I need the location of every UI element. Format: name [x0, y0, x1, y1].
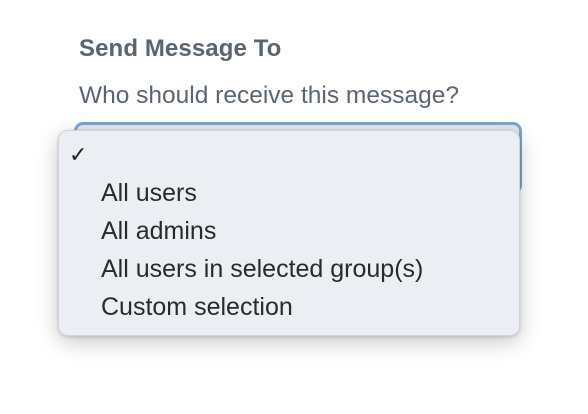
- option-selected-groups[interactable]: All users in selected group(s): [101, 255, 423, 284]
- field-description: Who should receive this message?: [79, 82, 459, 109]
- option-empty[interactable]: [101, 143, 501, 171]
- page: Send Message To Who should receive this …: [0, 0, 588, 414]
- option-all-users[interactable]: All users: [101, 179, 197, 208]
- option-custom-selection[interactable]: Custom selection: [101, 293, 293, 322]
- option-all-admins[interactable]: All admins: [101, 217, 216, 246]
- field-title: Send Message To: [79, 35, 282, 62]
- checkmark-icon: ✓: [69, 143, 88, 168]
- recipient-dropdown-menu: ✓ All users All admins All users in sele…: [58, 130, 520, 336]
